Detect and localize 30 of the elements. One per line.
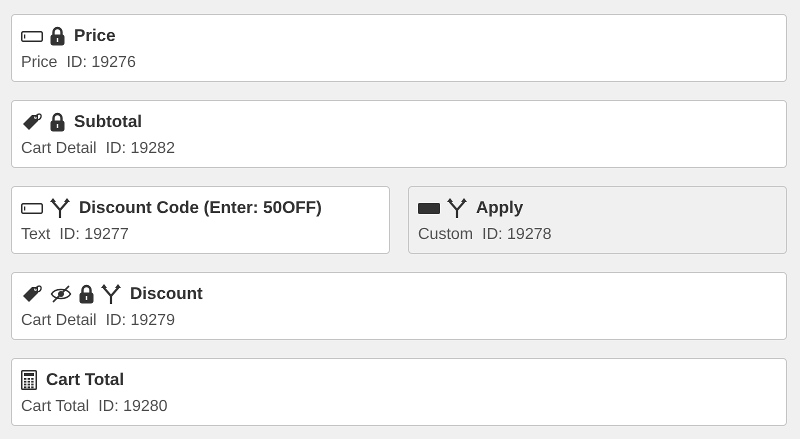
field-type: Custom — [418, 226, 474, 244]
field-card[interactable]: Apply Custom ID: 19278 — [408, 186, 787, 254]
field-title: Discount — [130, 284, 203, 304]
field-title: Cart Total — [46, 370, 124, 390]
field-card[interactable]: Subtotal Cart Detail ID: 19282 — [11, 100, 787, 168]
field-type: Cart Total — [21, 398, 90, 416]
field-title: Price — [74, 26, 116, 46]
field-id: ID: 19282 — [106, 140, 175, 158]
field-id: ID: 19277 — [59, 226, 129, 244]
field-type: Text — [21, 226, 50, 244]
field-id: ID: 19278 — [482, 226, 552, 244]
text-field-icon — [21, 202, 43, 214]
field-type: Cart Detail — [21, 312, 97, 330]
field-title: Apply — [476, 198, 524, 218]
tag-icon — [21, 284, 43, 304]
field-card[interactable]: Cart Total Cart Total ID: 19280 — [11, 358, 787, 426]
field-title: Subtotal — [74, 112, 142, 132]
calculator-icon — [21, 370, 37, 390]
field-id: ID: 19276 — [66, 54, 136, 72]
button-icon — [418, 202, 440, 214]
field-type: Cart Detail — [21, 140, 97, 158]
tag-icon — [21, 112, 43, 132]
field-card[interactable]: Discount Cart Detail ID: 19279 — [11, 272, 787, 340]
field-type: Price — [21, 54, 58, 72]
field-card[interactable]: Price Price ID: 19276 — [11, 14, 787, 82]
field-id: ID: 19279 — [106, 312, 175, 330]
field-card[interactable]: Discount Code (Enter: 50OFF) Text ID: 19277 — [11, 186, 390, 254]
text-field-icon — [21, 30, 43, 42]
field-id: ID: 19280 — [98, 398, 168, 416]
field-title: Discount Code (Enter: 50OFF) — [79, 198, 322, 218]
